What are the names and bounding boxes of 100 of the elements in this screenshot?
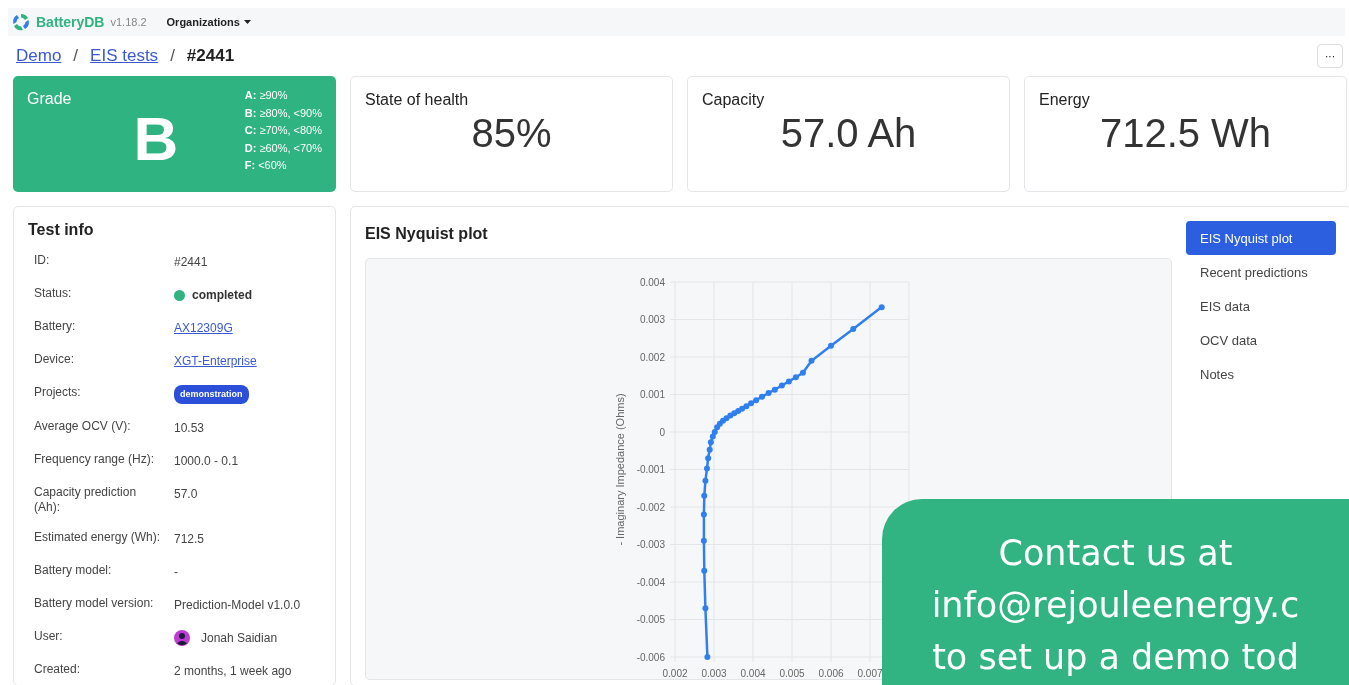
- point: [700, 511, 707, 518]
- metric-value: 57.0 Ah: [780, 111, 917, 156]
- user-name[interactable]: Jonah Saidian: [201, 630, 278, 646]
- field-label: Average OCV (V):: [34, 419, 132, 435]
- side-tab[interactable]: EIS data: [1186, 289, 1336, 323]
- project-badge[interactable]: demonstration: [174, 385, 249, 404]
- point: [808, 357, 815, 364]
- y-tick-label: -0.002: [636, 501, 665, 513]
- y-tick-label: -0.005: [636, 614, 665, 625]
- y-tick-label: -0.004: [636, 576, 665, 588]
- field-label: User:: [34, 629, 64, 645]
- point: [711, 429, 718, 435]
- grade-scale-line: F: <60%: [244, 158, 288, 173]
- side-tab[interactable]: EIS Nyquist plot: [1186, 221, 1336, 255]
- card-title: State of health: [365, 91, 470, 109]
- field-label: Device:: [34, 352, 75, 368]
- point: [758, 393, 765, 400]
- point: [785, 378, 792, 385]
- point: [735, 408, 742, 414]
- point: [743, 403, 750, 410]
- y-axis-label: - Imaginary Impedance (Ohms): [614, 393, 626, 546]
- field-label: Projects:: [34, 385, 82, 401]
- more-button[interactable]: ···: [1317, 44, 1343, 68]
- field-label: Capacity prediction (Ah):: [34, 485, 138, 515]
- breadcrumb-link[interactable]: Demo: [16, 46, 62, 66]
- field-link[interactable]: XGT-Enterprise: [174, 353, 257, 369]
- point: [703, 465, 710, 472]
- side-tab[interactable]: Notes: [1186, 357, 1336, 391]
- field-label: ID:: [34, 253, 51, 269]
- x-tick-label: 0.006: [818, 668, 844, 679]
- banner-text: Contact us at: [998, 532, 1233, 575]
- grade-scale-line: B: ≥80%, <90%: [244, 105, 322, 121]
- field-value: #2441: [174, 254, 208, 270]
- card-title: Test info: [28, 221, 95, 239]
- version-label: v1.18.2: [110, 16, 147, 28]
- field-value: Prediction-Model v1.0.0: [174, 597, 301, 613]
- field-value: 10.53: [174, 420, 205, 436]
- banner-text: to set up a demo tod: [932, 636, 1299, 679]
- point: [765, 390, 772, 396]
- field-value: 2 months, 1 week ago: [174, 663, 292, 679]
- banner-text: info@rejouleenergy.c: [931, 584, 1300, 627]
- point: [748, 400, 755, 407]
- x-tick-label: 0.003: [701, 668, 727, 679]
- point: [878, 304, 885, 311]
- field-label: Status:: [34, 286, 73, 302]
- y-tick-label: 0.001: [639, 389, 665, 400]
- card-title: Grade: [27, 90, 73, 108]
- point: [771, 386, 778, 393]
- field-link[interactable]: AX12309G: [174, 320, 233, 336]
- point: [799, 369, 806, 376]
- x-tick-label: 0.005: [779, 668, 805, 679]
- y-tick-label: 0: [659, 426, 665, 438]
- field-value: -: [174, 564, 178, 580]
- y-tick-label: 0.002: [639, 351, 665, 363]
- y-tick-label: -0.006: [636, 651, 665, 663]
- point: [701, 492, 708, 499]
- field-value: 1000.0 - 0.1: [174, 453, 239, 469]
- field-label: Battery model version:: [34, 596, 155, 612]
- field-value: 712.5: [174, 531, 205, 547]
- grade-value: B: [133, 110, 179, 168]
- grade-scale-line: A: ≥90%: [244, 88, 289, 103]
- point: [705, 455, 712, 462]
- breadcrumb-separator: /: [170, 46, 175, 66]
- x-tick-label: 0.007: [857, 668, 883, 679]
- point: [702, 477, 709, 484]
- grade-scale-line: C: ≥70%, <80%: [244, 123, 322, 138]
- point: [709, 433, 716, 440]
- status-text: completed: [192, 287, 252, 303]
- field-label: Battery model:: [34, 563, 113, 579]
- x-tick-label: 0.002: [662, 668, 688, 679]
- point: [701, 567, 708, 574]
- card-title: EIS Nyquist plot: [365, 225, 489, 243]
- field-label: Estimated energy (Wh):: [34, 530, 162, 546]
- point: [739, 405, 746, 412]
- side-tab[interactable]: Recent predictions: [1186, 255, 1336, 289]
- point: [753, 397, 760, 404]
- card-title: Energy: [1039, 91, 1091, 109]
- y-tick-label: -0.003: [636, 539, 665, 550]
- metric-value: 85%: [471, 111, 552, 156]
- metric-value: 712.5 Wh: [1099, 111, 1272, 156]
- side-tab[interactable]: OCV data: [1186, 323, 1336, 357]
- y-tick-label: -0.001: [636, 464, 665, 475]
- grade-scale-line: D: ≥60%, <70%: [244, 140, 322, 156]
- x-tick-label: 0.004: [740, 668, 766, 679]
- point: [778, 382, 785, 389]
- breadcrumb-current: #2441: [186, 46, 235, 66]
- y-tick-label: 0.004: [639, 276, 665, 288]
- point: [704, 654, 711, 660]
- field-label: Frequency range (Hz):: [34, 452, 156, 468]
- point: [700, 537, 707, 544]
- point: [702, 605, 709, 612]
- field-label: Battery:: [34, 319, 77, 335]
- y-tick-label: 0.003: [639, 314, 665, 325]
- breadcrumb-link[interactable]: EIS tests: [90, 46, 159, 66]
- breadcrumb-separator: /: [73, 46, 79, 66]
- point: [707, 439, 714, 446]
- card-title: Capacity: [702, 91, 766, 109]
- field-value: 57.0: [174, 486, 198, 502]
- organizations-menu[interactable]: Organizations: [166, 16, 251, 28]
- point: [850, 325, 857, 332]
